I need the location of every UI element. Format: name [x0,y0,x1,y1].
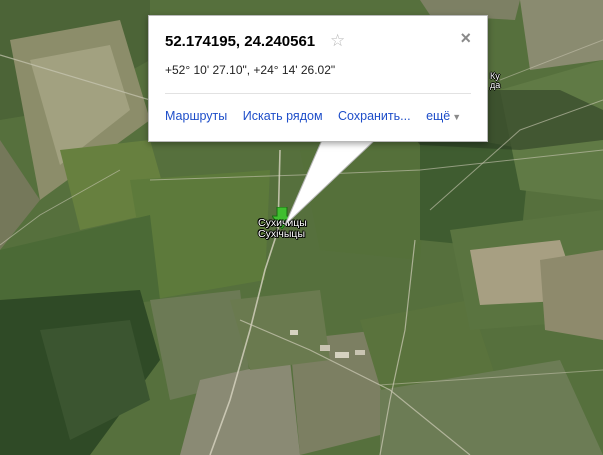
more-label: ещё [426,109,451,123]
chevron-down-icon: ▼ [452,112,462,122]
popup-divider [165,93,471,94]
satellite-map[interactable]: Ку да Сухичицы Сухічыцы 52.174195, 24.240… [0,0,603,455]
info-popup: 52.174195, 24.240561 ☆ × +52° 10' 27.10"… [148,15,488,142]
decimal-coordinates: 52.174195, 24.240561 [165,33,316,50]
routes-link[interactable]: Маршруты [165,109,227,123]
search-nearby-link[interactable]: Искать рядом [243,109,323,123]
dms-coordinates: +52° 10' 27.10", +24° 14' 26.02" [165,63,336,77]
save-link[interactable]: Сохранить... [338,109,411,123]
star-outline-icon[interactable]: ☆ [330,31,345,51]
close-icon[interactable]: × [460,28,471,49]
popup-action-links: Маршруты Искать рядом Сохранить... ещё ▼ [165,109,473,123]
more-link[interactable]: ещё ▼ [426,109,461,123]
map-edge-label: Ку да [490,71,501,90]
place-label-be[interactable]: Сухічыцы [258,229,305,240]
